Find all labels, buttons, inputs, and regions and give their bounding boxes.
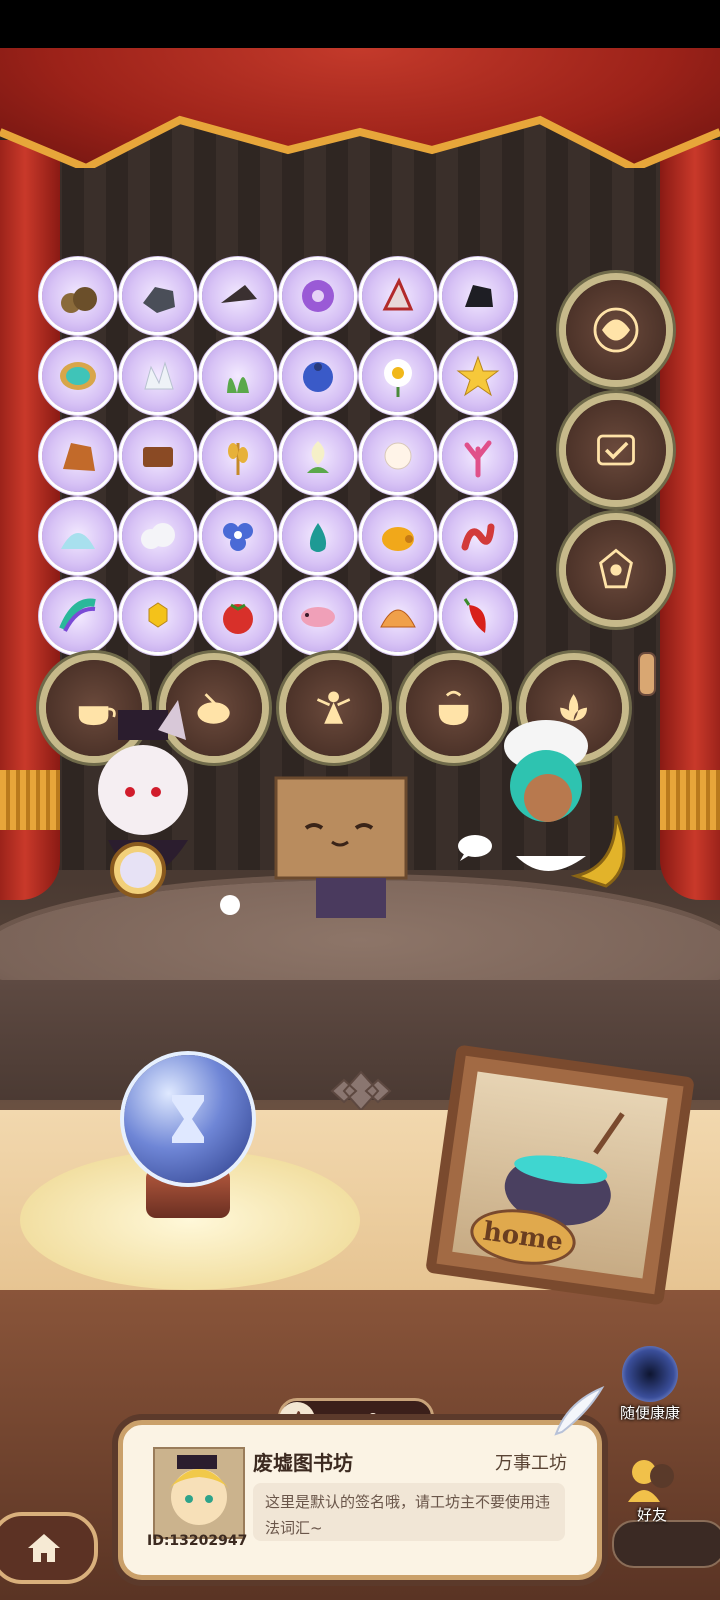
friends-pill-bg bbox=[612, 1520, 720, 1568]
chocolate-bar-icon bbox=[143, 447, 173, 467]
ingredient-slot[interactable] bbox=[42, 580, 114, 652]
ingredient-slot[interactable] bbox=[42, 420, 114, 492]
player-id: ID:13202947 bbox=[147, 1533, 248, 1549]
ingredient-slot[interactable] bbox=[442, 500, 514, 572]
ingredient-slot[interactable] bbox=[282, 260, 354, 332]
green-grass-icon bbox=[227, 377, 249, 393]
right-curtain-fringe bbox=[660, 770, 720, 830]
purple-donut-fungus-icon bbox=[302, 280, 334, 312]
ingredient-slot[interactable] bbox=[442, 420, 514, 492]
friends-button[interactable]: 好友 bbox=[622, 1452, 682, 1525]
ingredient-slot[interactable] bbox=[442, 580, 514, 652]
recipe-medal-6[interactable] bbox=[286, 660, 382, 756]
coal-lump-icon bbox=[143, 287, 175, 313]
black-stone-icon bbox=[465, 285, 493, 307]
ingredient-slot[interactable] bbox=[42, 340, 114, 412]
scroll-handle[interactable] bbox=[638, 652, 656, 696]
wheat-icon bbox=[228, 443, 248, 475]
genie-character[interactable] bbox=[486, 706, 636, 936]
quill-edit-icon[interactable] bbox=[548, 1382, 608, 1442]
hourglass-crystal-ball[interactable] bbox=[124, 1055, 252, 1183]
ingredient-slot[interactable] bbox=[282, 580, 354, 652]
house-icon bbox=[28, 1534, 60, 1562]
ingredient-slot[interactable] bbox=[442, 340, 514, 412]
ingredient-slot[interactable] bbox=[362, 500, 434, 572]
speech-bubble-icon bbox=[458, 835, 492, 861]
ingredient-slot[interactable] bbox=[202, 420, 274, 492]
rainbow-feather-icon bbox=[59, 598, 96, 632]
scroll-check-icon bbox=[597, 434, 635, 466]
knot-emblem-icon bbox=[330, 1070, 392, 1112]
left-curtain-fringe bbox=[0, 770, 60, 830]
ingredient-slot[interactable] bbox=[42, 260, 114, 332]
ingredient-slot[interactable] bbox=[362, 580, 434, 652]
rabbit-girl-character[interactable] bbox=[58, 700, 248, 950]
ingredient-slot[interactable] bbox=[42, 500, 114, 572]
blue-flower-icon bbox=[223, 523, 253, 551]
friends-icon bbox=[628, 1460, 674, 1502]
pink-larva-icon bbox=[301, 607, 335, 627]
white-crystal-icon bbox=[144, 361, 174, 390]
ingredient-slot[interactable] bbox=[362, 340, 434, 412]
ingredient-slot[interactable] bbox=[202, 340, 274, 412]
workshop-scene: home 随便康康 0 ID:13202947 废墟图书坊 万事工坊 这里是默认… bbox=[0, 0, 720, 1600]
ingredient-slot[interactable] bbox=[122, 260, 194, 332]
box-head-character[interactable] bbox=[266, 758, 426, 938]
recipe-medal-1[interactable] bbox=[566, 280, 666, 380]
recipe-medal-2[interactable] bbox=[566, 400, 666, 500]
red-chili-icon bbox=[463, 598, 486, 633]
obsidian-shard-icon bbox=[221, 285, 257, 303]
ingredient-slot[interactable] bbox=[282, 420, 354, 492]
gold-star-icon bbox=[456, 355, 500, 397]
seashell-icon bbox=[380, 609, 416, 628]
tomato-icon bbox=[223, 603, 253, 634]
ingredient-slot[interactable] bbox=[362, 420, 434, 492]
pearl-icon bbox=[384, 442, 412, 470]
home-picture-frame[interactable] bbox=[425, 1044, 695, 1306]
avatar[interactable] bbox=[153, 1447, 245, 1539]
workshop-type: 万事工坊 bbox=[495, 1453, 567, 1474]
golden-pig-icon bbox=[382, 527, 414, 551]
pink-coral-icon bbox=[464, 440, 492, 478]
home-button[interactable] bbox=[0, 1512, 98, 1584]
ingredient-slot[interactable] bbox=[282, 340, 354, 412]
friends-label: 好友 bbox=[636, 1506, 667, 1524]
ingredient-slot[interactable] bbox=[282, 500, 354, 572]
ore-pile-icon bbox=[61, 287, 97, 313]
fairy-silhouette-icon bbox=[317, 691, 351, 725]
pot-icon bbox=[439, 691, 469, 726]
blueberry-icon bbox=[303, 362, 333, 392]
jade-dish-icon bbox=[60, 362, 96, 390]
ingredient-slot[interactable] bbox=[362, 260, 434, 332]
cotton-cloud-icon bbox=[141, 523, 175, 549]
status-bar bbox=[0, 0, 720, 48]
ingredient-slot[interactable] bbox=[202, 260, 274, 332]
teal-pear-icon bbox=[309, 523, 327, 552]
lily-bulb-icon bbox=[307, 441, 329, 473]
ingredient-slot[interactable] bbox=[122, 580, 194, 652]
ingredient-slot[interactable] bbox=[202, 580, 274, 652]
daisy-flower-icon bbox=[384, 359, 412, 397]
bone-crystal-icon bbox=[382, 277, 414, 311]
ingredient-slot[interactable] bbox=[442, 260, 514, 332]
portal-icon bbox=[622, 1346, 678, 1402]
recipe-medal-3[interactable] bbox=[566, 520, 666, 620]
random-visit-button[interactable]: 随便康康 bbox=[620, 1346, 680, 1423]
random-visit-label: 随便康康 bbox=[620, 1404, 681, 1422]
hourglass-icon bbox=[172, 1095, 204, 1143]
crest-icon bbox=[599, 548, 633, 589]
signature-text[interactable]: 这里是默认的签名哦，请工坊主不要使用违法词汇~ bbox=[253, 1483, 565, 1541]
ingredient-slot[interactable] bbox=[122, 340, 194, 412]
workshop-name: 废墟图书坊 bbox=[253, 1451, 353, 1475]
ornament-icon bbox=[593, 307, 639, 353]
ingredient-grid bbox=[38, 256, 518, 656]
honeycomb-icon bbox=[148, 602, 168, 628]
red-worm-icon bbox=[461, 523, 495, 551]
salt-pile-icon bbox=[61, 533, 95, 549]
ingredient-slot[interactable] bbox=[122, 500, 194, 572]
amber-rock-icon bbox=[63, 443, 95, 471]
workshop-info-card[interactable]: ID:13202947 废墟图书坊 万事工坊 这里是默认的签名哦，请工坊主不要使… bbox=[118, 1420, 602, 1580]
ingredient-slot[interactable] bbox=[202, 500, 274, 572]
ingredient-slot[interactable] bbox=[122, 420, 194, 492]
